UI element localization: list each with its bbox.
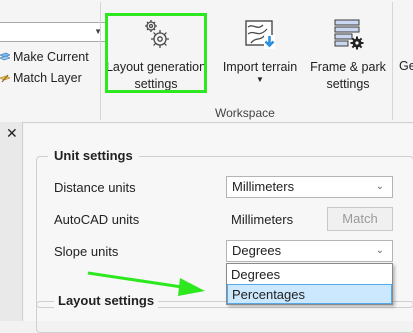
annotation-arrow [87, 271, 205, 296]
